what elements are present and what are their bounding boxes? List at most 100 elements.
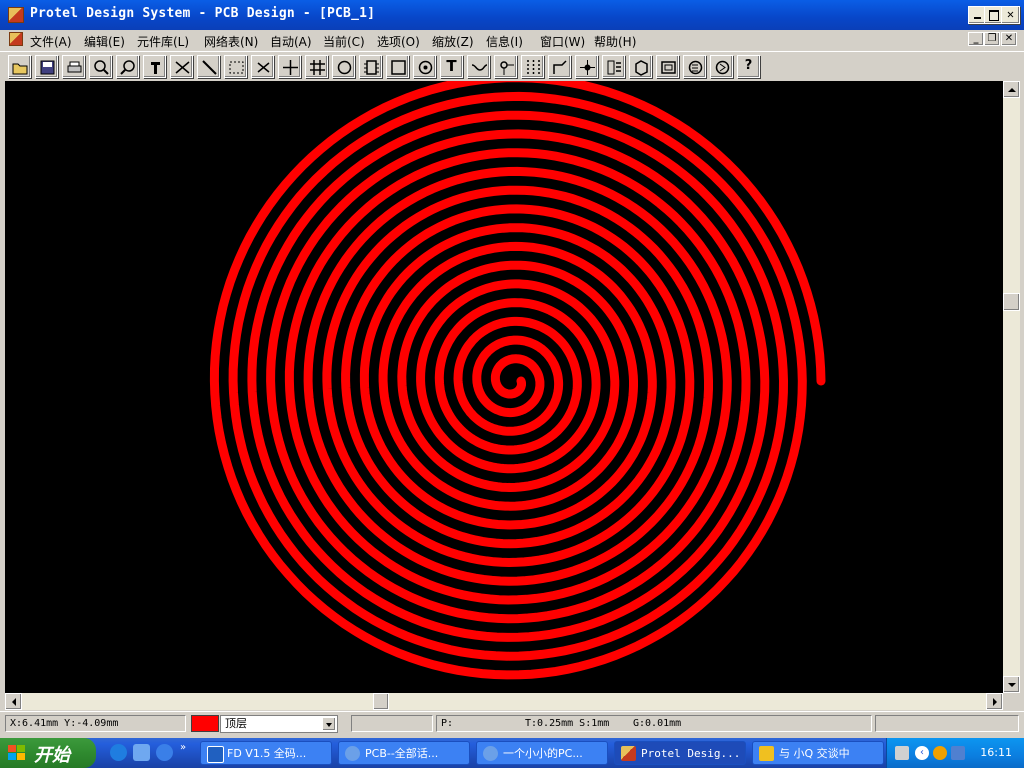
main-toolbar: T ? — [0, 51, 1024, 81]
menu-window[interactable]: 窗口(W) — [540, 33, 585, 50]
grid-size: G:0.01mm — [633, 718, 682, 729]
text-icon[interactable]: T — [440, 55, 463, 78]
protel-app-icon[interactable] — [8, 7, 24, 23]
rotate-icon[interactable] — [683, 55, 706, 78]
quicklaunch-icon[interactable] — [133, 744, 150, 761]
menu-options[interactable]: 选项(O) — [377, 33, 420, 50]
via-icon[interactable] — [413, 55, 436, 78]
browser-window-icon — [483, 746, 498, 761]
layer-icon[interactable] — [602, 55, 625, 78]
menu-bar: 文件(A) 编辑(E) 元件库(L) 网络表(N) 自动(A) 当前(C) 选项… — [0, 30, 1024, 50]
task-small-pc[interactable]: 一个小小的PC... — [476, 741, 608, 765]
cube-icon[interactable] — [629, 55, 652, 78]
layer-select[interactable]: 顶层 — [220, 715, 338, 733]
menu-library[interactable]: 元件库(L) — [137, 33, 189, 50]
vertical-scroll-thumb[interactable] — [1003, 293, 1020, 311]
start-button[interactable]: 开始 — [0, 738, 96, 768]
vertical-scrollbar[interactable] — [1003, 81, 1020, 693]
window-title: Protel Design System - PCB Design - [PCB… — [30, 6, 376, 21]
fd-app-icon — [207, 746, 224, 763]
quicklaunch-chevron-icon[interactable]: » — [180, 742, 186, 753]
doc-restore-button[interactable]: ❐ — [984, 32, 1000, 46]
chat-app-icon — [759, 746, 774, 761]
status-pane-blank — [351, 715, 433, 732]
array-icon[interactable] — [521, 55, 544, 78]
deselect-icon[interactable] — [251, 55, 274, 78]
menu-help[interactable]: 帮助(H) — [594, 33, 636, 50]
menu-zoom[interactable]: 缩放(Z) — [432, 33, 474, 50]
menu-file[interactable]: 文件(A) — [30, 33, 72, 50]
line-icon[interactable] — [197, 55, 220, 78]
close-button[interactable]: ✕ — [1001, 6, 1020, 24]
menu-edit[interactable]: 编辑(E) — [84, 33, 125, 50]
horizontal-scrollbar[interactable] — [5, 693, 1003, 710]
task-chat[interactable]: 与 小Q 交谈中 — [752, 741, 884, 765]
pcb-canvas[interactable] — [5, 81, 1003, 693]
pad-icon[interactable] — [494, 55, 517, 78]
component-icon[interactable] — [359, 55, 382, 78]
clock: 16:11 — [980, 746, 1012, 759]
scroll-left-button[interactable] — [5, 693, 22, 710]
menu-info[interactable]: 信息(I) — [486, 33, 523, 50]
ie-icon[interactable] — [110, 744, 127, 761]
grid-icon[interactable] — [305, 55, 328, 78]
task-label: 一个小小的PC... — [503, 747, 583, 760]
probe-icon[interactable] — [143, 55, 166, 78]
status-pane-right — [875, 715, 1019, 732]
windows-logo-icon — [8, 745, 25, 760]
coordinate-readout: X:6.41mm Y:-4.09mm — [5, 715, 186, 732]
menu-auto[interactable]: 自动(A) — [270, 33, 312, 50]
spiral-coil-trace — [209, 81, 826, 680]
taskbar: 开始 » FD V1.5 全码... PCB--全部话... 一个小小的PC..… — [0, 738, 1024, 768]
browser-window-icon — [345, 746, 360, 761]
scroll-down-button[interactable] — [1003, 676, 1020, 693]
task-protel[interactable]: Protel Desig... — [614, 741, 746, 765]
save-icon[interactable] — [35, 55, 58, 78]
layer-color-swatch — [191, 715, 219, 732]
network-icon[interactable] — [951, 746, 965, 760]
layer-select-value: 顶层 — [225, 717, 247, 730]
zoom-in-icon[interactable] — [89, 55, 112, 78]
chevron-down-icon[interactable] — [322, 717, 336, 731]
task-label: 与 小Q 交谈中 — [779, 747, 850, 760]
status-bar: X:6.41mm Y:-4.09mm 顶层 P: T:0.25mm S:1mm … — [0, 711, 1024, 735]
tray-expand-icon[interactable]: ‹ — [915, 746, 929, 760]
help-icon[interactable]: ? — [737, 55, 760, 78]
browser-icon[interactable] — [156, 744, 173, 761]
open-folder-icon[interactable] — [8, 55, 31, 78]
task-pcb-chat[interactable]: PCB--全部话... — [338, 741, 470, 765]
keyboard-icon[interactable] — [895, 746, 909, 760]
doc-close-button[interactable]: ✕ — [1001, 32, 1017, 46]
spiral-track — [209, 81, 826, 680]
p-label: P: — [441, 718, 454, 729]
task-label: PCB--全部话... — [365, 747, 439, 760]
task-label: Protel Desig... — [641, 747, 741, 760]
move-cross-icon[interactable] — [278, 55, 301, 78]
track-icon[interactable] — [467, 55, 490, 78]
zoom-out-icon[interactable] — [116, 55, 139, 78]
protel-app-icon — [621, 746, 636, 761]
cut-icon[interactable] — [170, 55, 193, 78]
select-rect-icon[interactable] — [224, 55, 247, 78]
document-icon[interactable] — [9, 32, 23, 46]
fill-icon[interactable] — [386, 55, 409, 78]
flip-icon[interactable] — [710, 55, 733, 78]
track-spacing: T:0.25mm S:1mm — [525, 718, 610, 729]
scroll-up-button[interactable] — [1003, 81, 1020, 98]
start-label: 开始 — [34, 745, 70, 766]
print-icon[interactable] — [62, 55, 85, 78]
menu-netlist[interactable]: 网络表(N) — [204, 33, 258, 50]
qq-penguin-icon[interactable] — [933, 746, 947, 760]
arc-icon[interactable] — [332, 55, 355, 78]
doc-minimize-button[interactable]: _ — [968, 32, 984, 46]
task-fd[interactable]: FD V1.5 全码... — [200, 741, 332, 765]
menu-current[interactable]: 当前(C) — [323, 33, 365, 50]
scroll-right-button[interactable] — [986, 693, 1003, 710]
route-icon[interactable] — [548, 55, 571, 78]
system-tray: ‹ 16:11 — [886, 738, 1024, 768]
status-pane-info: P: T:0.25mm S:1mm G:0.01mm — [436, 715, 872, 732]
task-label: FD V1.5 全码... — [227, 747, 307, 760]
horizontal-scroll-thumb[interactable] — [373, 693, 389, 710]
origin-icon[interactable] — [575, 55, 598, 78]
board-icon[interactable] — [656, 55, 679, 78]
